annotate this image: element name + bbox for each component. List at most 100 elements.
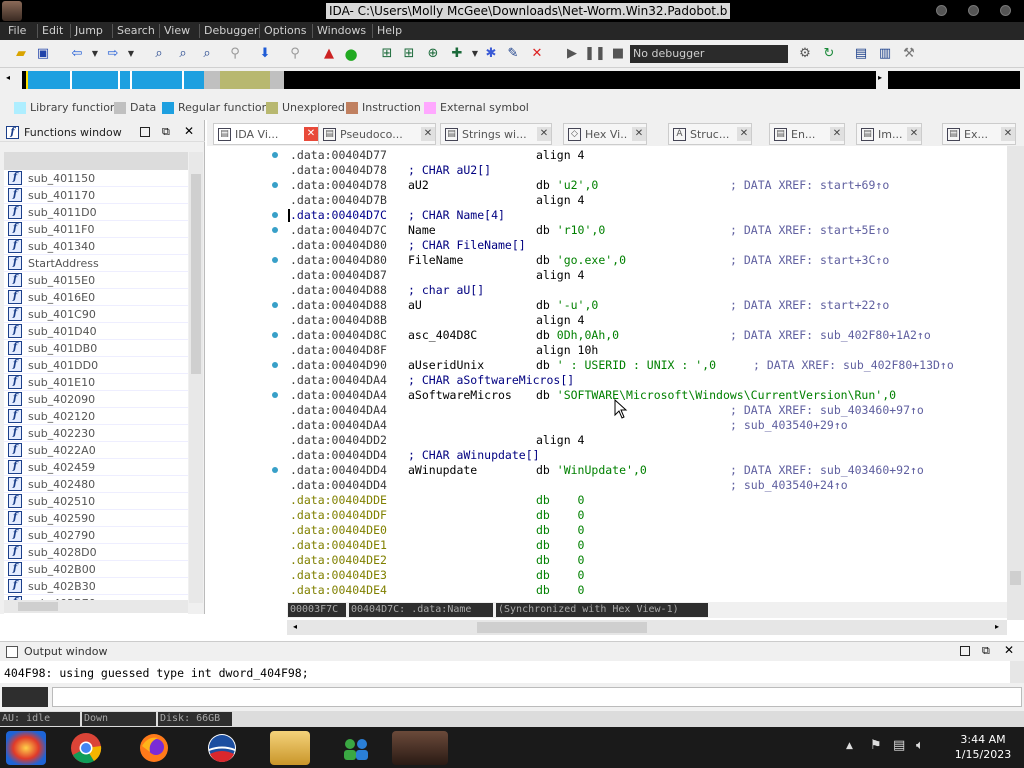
- function-list-item[interactable]: f sub_4022A0: [4, 442, 188, 459]
- file-explorer-icon[interactable]: [270, 731, 310, 765]
- functions-vertical-scrollbar[interactable]: [189, 152, 203, 603]
- function-list-item[interactable]: f sub_402459: [4, 459, 188, 476]
- scrollbar-thumb[interactable]: [18, 602, 58, 611]
- layout-icon[interactable]: ▤: [852, 45, 870, 63]
- open-folder-icon[interactable]: ▰: [12, 45, 30, 63]
- breakpoint-dot[interactable]: [272, 212, 278, 218]
- output-close-icon[interactable]: ✕: [1004, 643, 1014, 657]
- listing-vertical-scrollbar[interactable]: [1007, 146, 1024, 620]
- function-list-item[interactable]: f sub_401E10: [4, 374, 188, 391]
- close-window-button[interactable]: [1000, 5, 1011, 16]
- layout-2-icon[interactable]: ▥: [876, 45, 894, 63]
- function-list-item[interactable]: f StartAddress: [4, 255, 188, 272]
- tab-exports[interactable]: ▤ Ex... ✕: [942, 123, 1016, 145]
- flag-icon[interactable]: ⚑: [870, 738, 882, 753]
- nav-left-arrow-icon[interactable]: ◂: [6, 73, 10, 82]
- network-icon[interactable]: ▤: [893, 738, 905, 753]
- breakpoint-dot[interactable]: [272, 182, 278, 188]
- tray-expand-icon[interactable]: ▲: [846, 741, 853, 751]
- function-list-item[interactable]: f sub_4015E0: [4, 272, 188, 289]
- command-language-button[interactable]: [2, 687, 48, 707]
- network-people-icon[interactable]: [336, 731, 376, 765]
- save-icon[interactable]: ▣: [34, 45, 52, 63]
- tab-close-icon[interactable]: ✕: [830, 127, 844, 141]
- function-list-item[interactable]: f sub_401C90: [4, 306, 188, 323]
- debug-refresh-icon[interactable]: ↻: [820, 45, 838, 63]
- volume-icon[interactable]: 🔈︎: [916, 738, 924, 753]
- menu-view[interactable]: View: [159, 24, 190, 38]
- scrollbar-thumb[interactable]: [1010, 571, 1021, 585]
- scroll-right-icon[interactable]: ▸: [995, 622, 999, 631]
- disabled-tool-icon[interactable]: ⚲: [286, 45, 304, 63]
- function-list-item[interactable]: f sub_402090: [4, 391, 188, 408]
- chrome-icon[interactable]: [66, 731, 106, 765]
- function-list-item[interactable]: f sub_402120: [4, 408, 188, 425]
- function-list-item[interactable]: f sub_401DB0: [4, 340, 188, 357]
- function-list-item[interactable]: f sub_4011D0: [4, 204, 188, 221]
- function-list-item[interactable]: f sub_402510: [4, 493, 188, 510]
- breakpoint-dot[interactable]: [272, 332, 278, 338]
- disassembly-listing[interactable]: .data:00404D77 align 4 .data:00404D78 ; CHA…: [287, 146, 1007, 600]
- debug-options-icon[interactable]: ⚙: [796, 45, 814, 63]
- menu-options[interactable]: Options: [259, 24, 306, 38]
- function-list-item[interactable]: f sub_402790: [4, 527, 188, 544]
- function-list-item[interactable]: f sub_4011F0: [4, 221, 188, 238]
- tab-close-icon[interactable]: ✕: [537, 127, 551, 141]
- nav-right-arrow-icon[interactable]: ▸: [878, 73, 882, 82]
- command-input[interactable]: [52, 687, 1022, 707]
- scrollbar-thumb[interactable]: [191, 174, 201, 374]
- functions-horizontal-scrollbar[interactable]: [4, 600, 188, 613]
- edit-function-icon[interactable]: ⊞: [400, 45, 418, 63]
- breakpoint-dot[interactable]: [272, 257, 278, 263]
- create-function-icon[interactable]: ⊞: [378, 45, 396, 63]
- plugin-icon[interactable]: ✱: [482, 45, 500, 63]
- tools-icon[interactable]: ⚒: [900, 45, 918, 63]
- menu-jump[interactable]: Jump: [70, 24, 103, 38]
- function-list-item[interactable]: f sub_402B30: [4, 578, 188, 595]
- menu-debugger[interactable]: Debugger: [199, 24, 258, 38]
- function-list-item[interactable]: f sub_402590: [4, 510, 188, 527]
- function-list-item[interactable]: f sub_4028D0: [4, 544, 188, 561]
- tab-structures[interactable]: A Struc... ✕: [668, 123, 752, 145]
- breakpoint-dot[interactable]: [272, 302, 278, 308]
- breakpoint-dot[interactable]: [272, 362, 278, 368]
- navigation-strip[interactable]: [22, 71, 876, 89]
- find-next-icon[interactable]: ⚲: [226, 45, 244, 63]
- forward-arrow-icon[interactable]: ⇨: [104, 45, 122, 63]
- add-segment-icon[interactable]: ⊕: [424, 45, 442, 63]
- tab-close-icon[interactable]: ✕: [632, 127, 646, 141]
- breakpoint-dot[interactable]: [272, 152, 278, 158]
- delete-x-icon[interactable]: ✕: [528, 45, 546, 63]
- tab-close-icon[interactable]: ✕: [421, 127, 435, 141]
- menu-search[interactable]: Search: [112, 24, 155, 38]
- menu-windows[interactable]: Windows: [312, 24, 366, 38]
- pause-icon[interactable]: ❚❚: [584, 45, 606, 63]
- function-list-item[interactable]: f sub_401D40: [4, 323, 188, 340]
- immediate-search-icon[interactable]: ⌕: [198, 45, 216, 63]
- graph-icon[interactable]: ▲: [320, 45, 338, 63]
- run-icon[interactable]: ▶: [563, 45, 581, 63]
- add-item-icon[interactable]: ✚: [448, 45, 466, 63]
- output-maximize-icon[interactable]: [960, 646, 970, 656]
- tab-hex-view[interactable]: ◇ Hex Vi... ✕: [563, 123, 647, 145]
- output-float-icon[interactable]: ⧉: [982, 644, 990, 658]
- breakpoint-dot[interactable]: [272, 227, 278, 233]
- function-list-item[interactable]: f sub_4016E0: [4, 289, 188, 306]
- tab-close-icon[interactable]: ✕: [304, 127, 318, 141]
- minimize-button[interactable]: [936, 5, 947, 16]
- tab-close-icon[interactable]: ✕: [1001, 127, 1015, 141]
- function-list-item[interactable]: f sub_402230: [4, 425, 188, 442]
- maximize-button[interactable]: [968, 5, 979, 16]
- clock[interactable]: 3:44 AM 1/15/2023: [944, 732, 1022, 762]
- menu-edit[interactable]: Edit: [37, 24, 63, 38]
- tab-strings[interactable]: ▤ Strings wi... ✕: [440, 123, 552, 145]
- function-list-item[interactable]: f sub_402B00: [4, 561, 188, 578]
- functions-column-header[interactable]: [4, 152, 188, 170]
- function-list-item[interactable]: f sub_401150: [4, 170, 188, 187]
- tab-enums[interactable]: ▤ En... ✕: [769, 123, 845, 145]
- panel-float-icon[interactable]: ⧉: [162, 125, 170, 139]
- function-list-item[interactable]: f sub_401340: [4, 238, 188, 255]
- breakpoint-dot[interactable]: [272, 392, 278, 398]
- text-search-icon[interactable]: ⌕: [174, 45, 192, 63]
- function-list-item[interactable]: f sub_402480: [4, 476, 188, 493]
